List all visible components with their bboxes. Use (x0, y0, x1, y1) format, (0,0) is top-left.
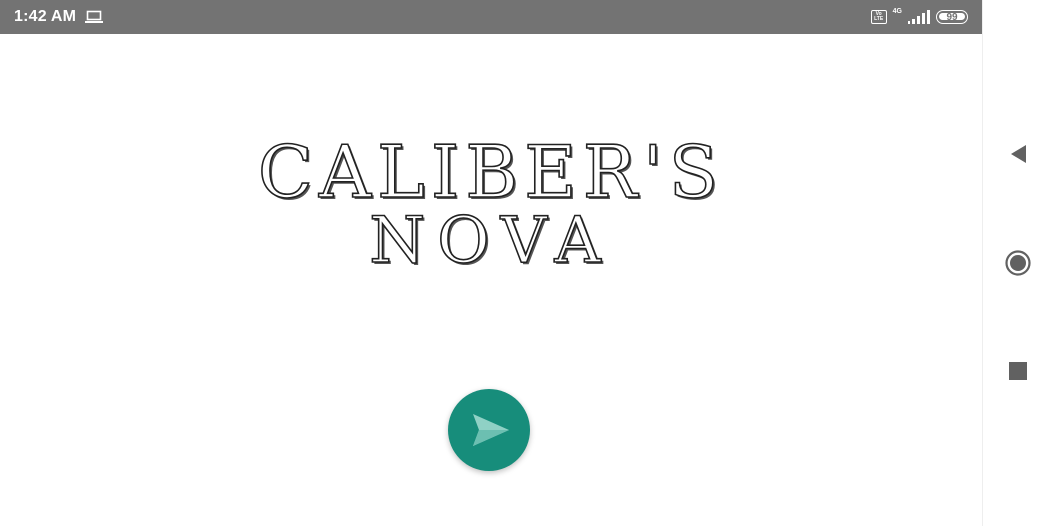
network-type: 4G (892, 7, 902, 15)
status-indicators: Vo LTE 4G 99 (870, 7, 968, 24)
back-triangle-icon (1011, 145, 1026, 163)
play-button[interactable] (448, 389, 530, 471)
back-button[interactable] (1001, 137, 1035, 171)
recents-button[interactable] (1001, 354, 1035, 388)
volte-icon: Vo LTE (870, 10, 887, 24)
laptop-icon (85, 10, 104, 24)
recents-square-icon (1009, 362, 1027, 380)
logo-title-line1: CALIBER'S (257, 130, 725, 214)
battery-level: 99 (946, 11, 958, 23)
status-time: 1:42 AM (14, 8, 77, 25)
status-bar: 1:42 AM Vo LTE 4G 99 (0, 0, 982, 34)
send-arrow-icon (473, 414, 509, 446)
signal-icon (908, 10, 930, 24)
logo-title-line2: NOVA (368, 204, 613, 278)
home-circle-icon (1005, 250, 1031, 276)
navigation-bar (982, 0, 1052, 526)
battery-icon: 99 (936, 10, 968, 24)
app-screen: 1:42 AM Vo LTE 4G 99 CALIBER'S NOVA (0, 0, 1052, 526)
main-content: CALIBER'S NOVA (0, 34, 982, 526)
home-button[interactable] (1001, 246, 1035, 280)
